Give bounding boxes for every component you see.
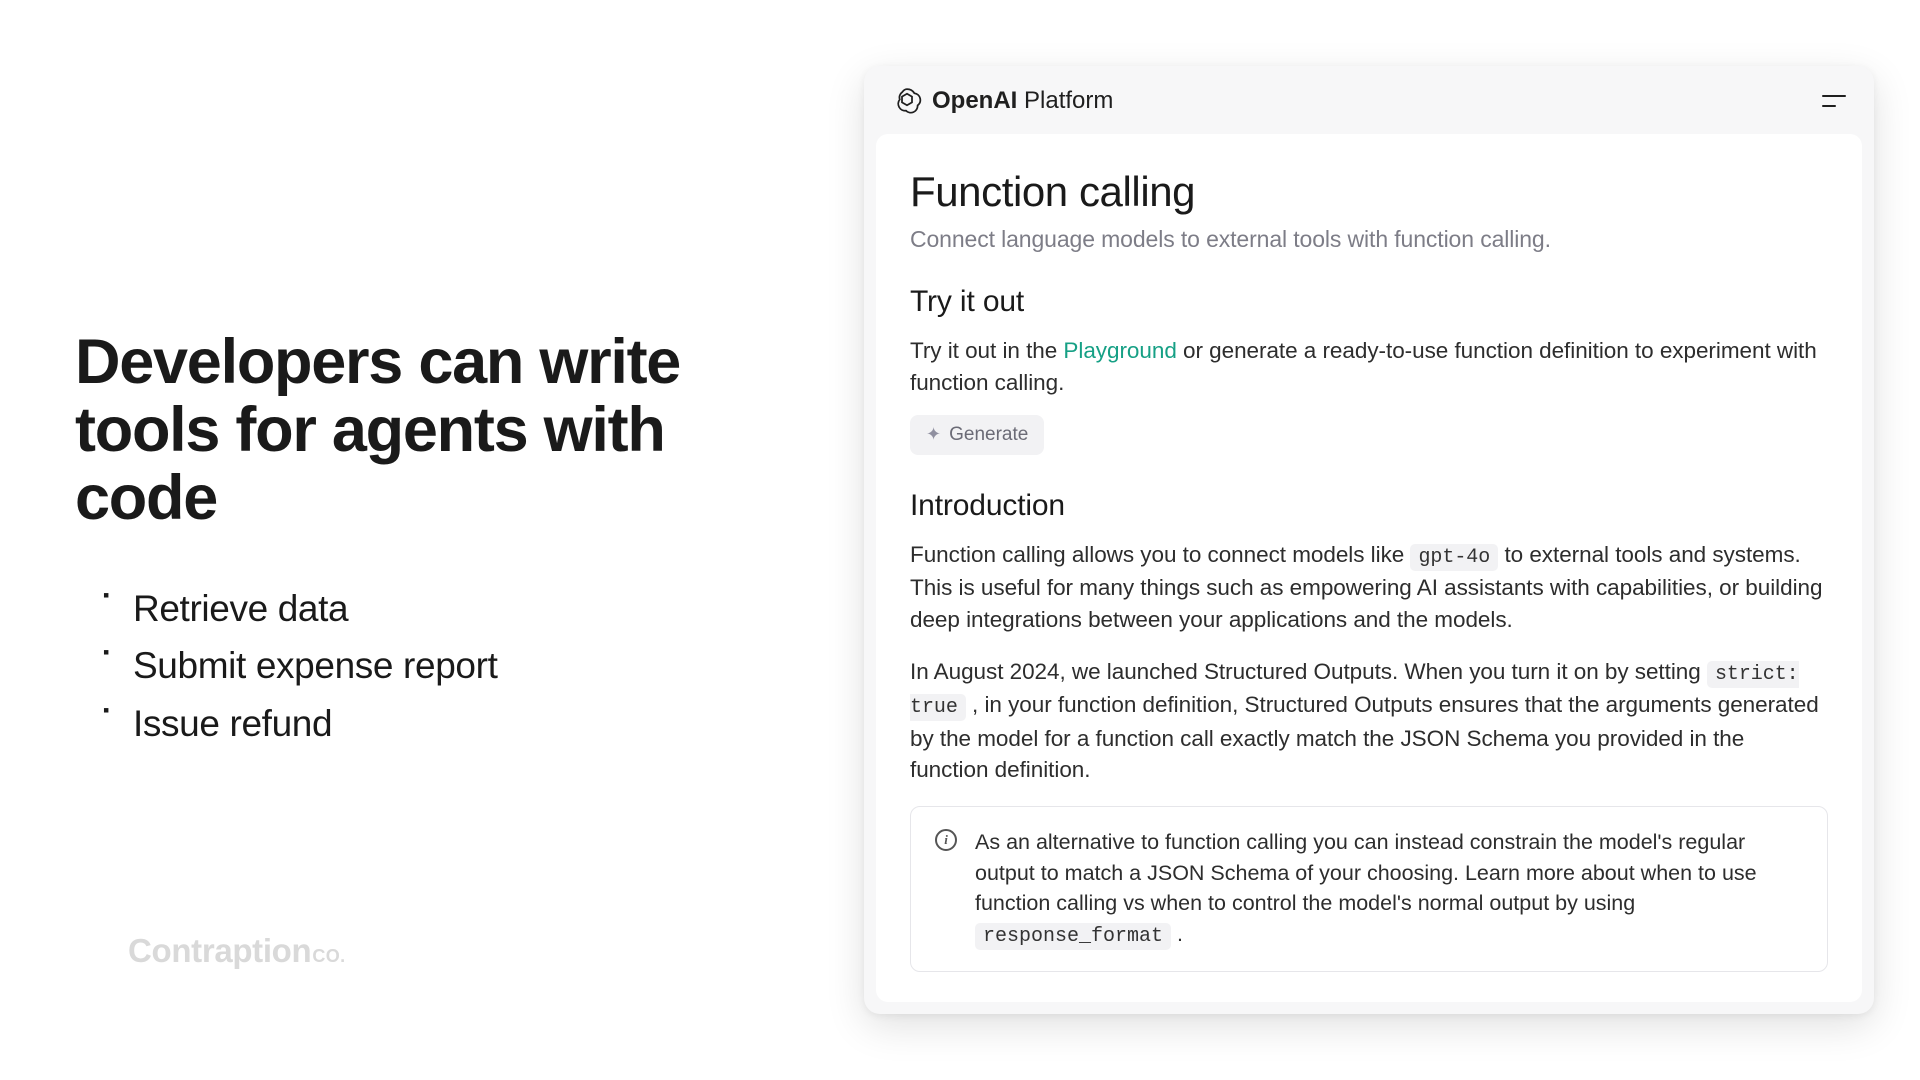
menu-icon[interactable] [1822,93,1846,109]
info-icon: i [935,829,957,851]
list-item: Submit expense report [103,637,804,694]
code-response-format: response_format [975,923,1171,950]
doc-header: OpenAI Platform [864,66,1874,134]
page-title: Function calling [910,168,1828,216]
list-item: Issue refund [103,695,804,752]
section-try-heading: Try it out [910,285,1828,319]
playground-link[interactable]: Playground [1063,338,1176,363]
brand-name-bold: OpenAI [932,87,1017,114]
sparkle-icon: ✦ [926,424,941,445]
intro-paragraph-1: Function calling allows you to connect m… [910,539,1828,636]
intro-paragraph-2: In August 2024, we launched Structured O… [910,656,1828,787]
code-model: gpt-4o [1410,544,1498,571]
info-callout: i As an alternative to function calling … [910,806,1828,972]
doc-window: OpenAI Platform Function calling Connect… [864,66,1874,1015]
section-intro-heading: Introduction [910,489,1828,523]
slide-headline: Developers can write tools for agents wi… [75,328,804,532]
page-subtitle: Connect language models to external tool… [910,226,1828,253]
openai-logo-icon [892,86,922,116]
generate-button[interactable]: ✦ Generate [910,415,1044,455]
brand-name-thin: Platform [1017,87,1113,114]
try-paragraph: Try it out in the Playground or generate… [910,335,1828,399]
bullet-list: Retrieve data Submit expense report Issu… [75,580,804,752]
footer-brand: ContraptionCO. [128,932,345,970]
list-item: Retrieve data [103,580,804,637]
openai-brand: OpenAI Platform [892,86,1113,116]
